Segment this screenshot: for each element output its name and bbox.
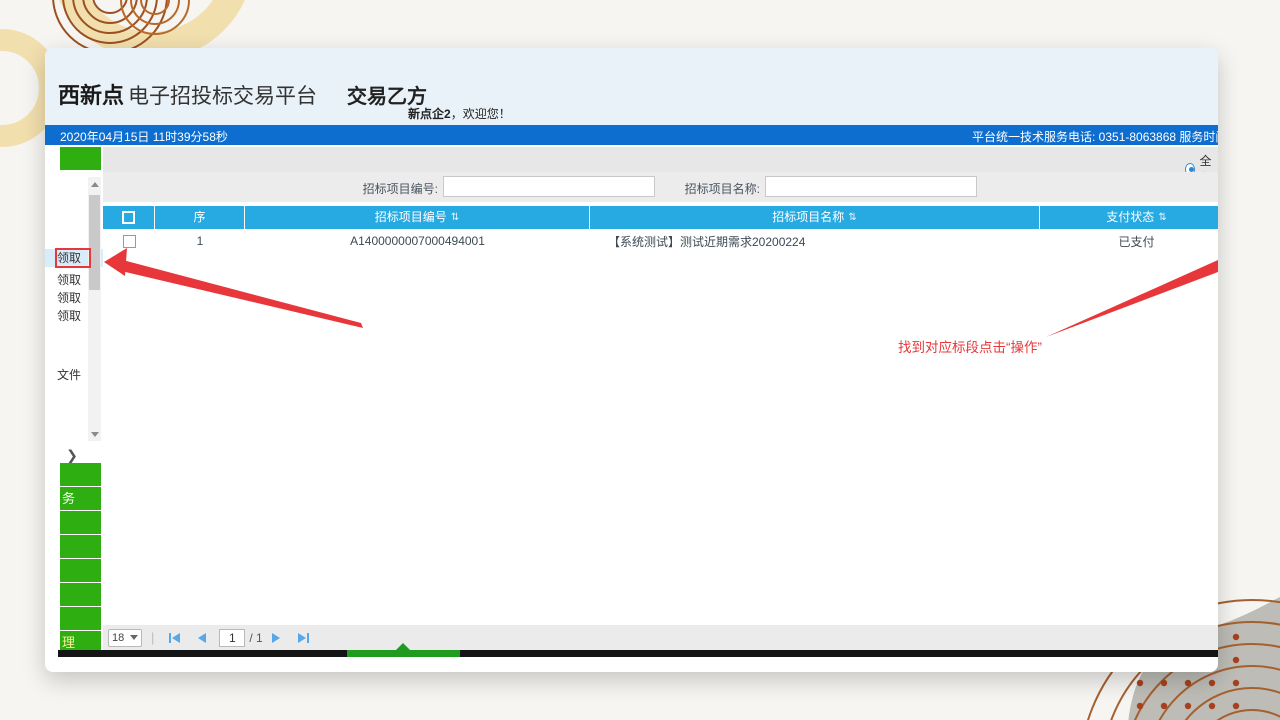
welcome-suffix: ，欢迎您！: [451, 107, 511, 121]
row-project-name: 【系统测试】测试近期需求20200224: [590, 233, 1040, 250]
sort-icon[interactable]: ⇅: [1158, 206, 1166, 229]
sidebar-block-8[interactable]: 理: [60, 631, 101, 650]
project-code-label: 招标项目编号:: [353, 180, 438, 197]
dropdown-caret-icon: [130, 635, 138, 640]
status-bar: 2020年04月15日 11时39分58秒 平台统一技术服务电话: 0351-8…: [45, 125, 1218, 145]
red-arrow-shaft-left: [117, 259, 363, 328]
sidebar-block-5[interactable]: [60, 559, 101, 582]
video-progress-bar[interactable]: [58, 650, 1218, 657]
scrollbar-thumb[interactable]: [89, 195, 100, 290]
filter-toolbar: [103, 147, 1218, 172]
beige-ring: [0, 40, 50, 136]
sidebar-scrollbar[interactable]: [88, 177, 101, 441]
progress-marker-icon[interactable]: [395, 643, 411, 651]
service-phone-text: 平台统一技术服务电话: 0351-8063868 服务时间： 周一: [972, 128, 1218, 145]
page-size-value: 18: [112, 632, 124, 644]
sort-icon[interactable]: ⇅: [848, 206, 856, 229]
table-header: 序 招标项目编号 ⇅ 招标项目名称 ⇅ 支付状态 ⇅: [103, 206, 1218, 229]
sidebar-block-1[interactable]: [60, 463, 101, 486]
scroll-down-icon[interactable]: [88, 427, 101, 441]
sidebar-block-7[interactable]: [60, 607, 101, 630]
col-project-code[interactable]: 招标项目编号 ⇅: [245, 206, 590, 229]
col-pay-status[interactable]: 支付状态 ⇅: [1040, 206, 1218, 229]
checkbox-icon[interactable]: [122, 211, 135, 224]
next-page-button[interactable]: [268, 630, 284, 646]
total-pages-label: / 1: [249, 631, 262, 645]
select-all-cell[interactable]: [103, 206, 155, 229]
col-project-name[interactable]: 招标项目名称 ⇅: [590, 206, 1040, 229]
highlight-red-box: [55, 248, 91, 268]
project-code-input[interactable]: [443, 176, 655, 197]
datetime-text: 2020年04月15日 11时39分58秒: [60, 128, 228, 145]
platform-title: 电子招投标交易平台: [128, 85, 317, 108]
prev-page-button[interactable]: [194, 630, 210, 646]
brand-logo-text: 西新点: [58, 83, 124, 108]
scroll-up-icon[interactable]: [88, 177, 101, 191]
sidebar-block-2[interactable]: 务: [60, 487, 101, 510]
checkbox-icon[interactable]: [123, 235, 136, 248]
app-window: 西新点电子招投标交易平台交易乙方 新点企2，欢迎您！ 2020年04月15日 1…: [45, 48, 1218, 672]
search-strip: [103, 172, 1218, 202]
header-band: 西新点电子招投标交易平台交易乙方 新点企2，欢迎您！: [45, 48, 1218, 125]
project-name-input[interactable]: [765, 176, 977, 197]
last-page-button[interactable]: [294, 630, 310, 646]
sidebar-block-6[interactable]: [60, 583, 101, 606]
project-name-label: 招标项目名称:: [675, 180, 760, 197]
row-seq: 1: [155, 234, 245, 248]
brand: 西新点电子招投标交易平台交易乙方: [58, 78, 427, 110]
page-size-select[interactable]: 18: [108, 629, 142, 647]
col-seq[interactable]: 序: [155, 206, 245, 229]
chevron-right-icon[interactable]: ❯: [63, 446, 81, 464]
sidebar-block-3[interactable]: [60, 511, 101, 534]
annotation-tip-text: 找到对应标段点击“操作”: [898, 336, 1042, 356]
sort-icon[interactable]: ⇅: [451, 206, 459, 229]
row-project-code: A1400000007000494001: [245, 234, 590, 248]
progress-played-segment: [347, 650, 460, 657]
red-arrow-right: [1046, 260, 1218, 337]
pagination-bar: 18 | / 1: [103, 625, 1218, 650]
pager-divider: |: [151, 630, 154, 645]
row-pay-status: 已支付: [1040, 233, 1218, 250]
first-page-button[interactable]: [168, 630, 184, 646]
current-page-input[interactable]: [219, 629, 245, 647]
sidebar-block-4[interactable]: [60, 535, 101, 558]
table-row[interactable]: 1 A1400000007000494001 【系统测试】测试近期需求20200…: [103, 229, 1218, 253]
welcome-message: 新点企2，欢迎您！: [408, 105, 511, 122]
welcome-username: 新点企2: [408, 107, 451, 121]
sidebar-top-block[interactable]: [60, 147, 101, 170]
row-checkbox-cell[interactable]: [103, 234, 155, 248]
